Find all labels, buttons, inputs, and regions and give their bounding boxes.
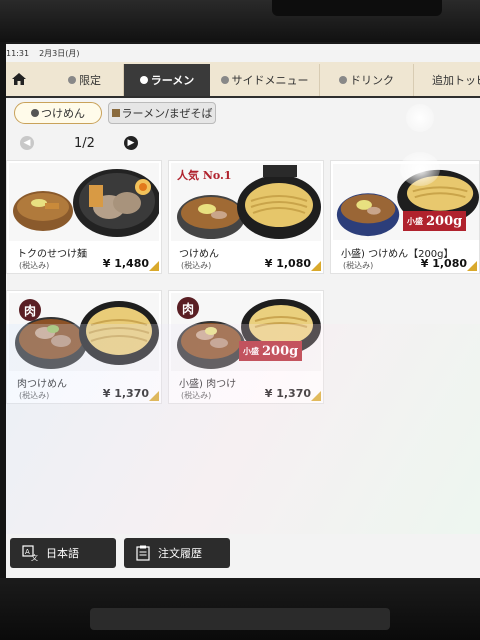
price-corner-marker bbox=[311, 261, 321, 271]
device-camera-housing bbox=[272, 0, 442, 16]
language-icon: A文 bbox=[22, 545, 38, 561]
status-date: 2月3日(月) bbox=[39, 49, 80, 58]
tax-note: (税込み) bbox=[181, 261, 212, 270]
tab-limited[interactable]: 限定 bbox=[46, 64, 124, 96]
svg-text:文: 文 bbox=[31, 553, 38, 561]
svg-text:A: A bbox=[25, 548, 30, 556]
next-page-button[interactable]: ▶ bbox=[124, 136, 138, 150]
menu-item-name: トクのせつけ麺 bbox=[17, 249, 87, 260]
tax-note: (税込み) bbox=[181, 391, 212, 400]
subtab-label: つけめん bbox=[41, 107, 85, 120]
price-corner-marker bbox=[467, 261, 477, 271]
tablet-screen: 11:312月3日(月) 限定 ラーメン サイドメニュー ドリンク 追加トッピ … bbox=[6, 44, 480, 578]
tax-note: (税込み) bbox=[19, 261, 50, 270]
size-badge: 小盛 200g bbox=[239, 341, 303, 361]
device-bezel-top bbox=[0, 0, 480, 42]
tab-drink[interactable]: ドリンク bbox=[320, 64, 414, 96]
menu-item-price: ¥ 1,370 bbox=[264, 387, 311, 400]
meat-badge: 肉 bbox=[177, 297, 199, 319]
price-corner-marker bbox=[311, 391, 321, 401]
tab-label: ドリンク bbox=[350, 74, 394, 87]
menu-item-tokunose-tsukemen[interactable]: トクのせつけ麺 (税込み) ¥ 1,480 bbox=[6, 160, 162, 274]
popular-badge: 人気 No.1 bbox=[177, 169, 232, 182]
next-page-icon: ▶ bbox=[127, 138, 135, 148]
menu-item-price: ¥ 1,080 bbox=[264, 257, 311, 270]
tab-label: 限定 bbox=[79, 74, 101, 87]
menu-item-tsukemen[interactable]: 人気 No.1 つけめん (税込み) ¥ 1,080 bbox=[168, 160, 324, 274]
menu-item-name: 小盛) 肉つけ bbox=[179, 379, 237, 390]
light-glare bbox=[406, 104, 434, 132]
size-badge-grams: 200g bbox=[262, 343, 299, 359]
subtab-tsukemen[interactable]: つけめん bbox=[14, 102, 102, 124]
menu-item-name: つけめん bbox=[179, 249, 219, 260]
page-indicator: 1/2 bbox=[74, 136, 95, 151]
pager: ◀ 1/2 ▶ bbox=[16, 134, 146, 154]
tab-label: 追加トッピ bbox=[432, 74, 480, 87]
menu-item-price: ¥ 1,080 bbox=[420, 257, 467, 270]
language-label: 日本語 bbox=[46, 547, 79, 560]
tax-note: (税込み) bbox=[19, 391, 50, 400]
menu-item-small-niku-tsukemen[interactable]: 肉 小盛 200g 小盛) 肉つけ (税込み) ¥ 1,370 bbox=[168, 290, 324, 404]
status-bar: 11:31 2月3日(月) bbox=[6, 44, 480, 60]
tab-ramen[interactable]: ラーメン bbox=[124, 64, 210, 96]
prev-page-icon: ◀ bbox=[23, 138, 31, 148]
menu-item-photo bbox=[9, 163, 159, 241]
menu-item-niku-tsukemen[interactable]: 肉 肉つけめん (税込み) ¥ 1,370 bbox=[6, 290, 162, 404]
menu-item-name: 肉つけめん bbox=[17, 379, 67, 390]
tab-label: ラーメン bbox=[150, 74, 195, 87]
category-tabs: 限定 ラーメン サイドメニュー ドリンク 追加トッピ bbox=[6, 62, 480, 98]
tab-extra-toppings[interactable]: 追加トッピ bbox=[414, 64, 480, 96]
price-corner-marker bbox=[149, 261, 159, 271]
menu-item-price: ¥ 1,370 bbox=[102, 387, 149, 400]
order-history-button[interactable]: 注文履歴 bbox=[124, 538, 230, 568]
size-badge-label: 小盛 bbox=[407, 216, 423, 226]
price-corner-marker bbox=[149, 391, 159, 401]
language-button[interactable]: A文 日本語 bbox=[10, 538, 116, 568]
size-badge-grams: 200g bbox=[426, 213, 463, 229]
tab-label: サイドメニュー bbox=[231, 74, 309, 87]
tab-side-menu[interactable]: サイドメニュー bbox=[210, 64, 320, 96]
home-icon bbox=[12, 73, 26, 85]
device-bezel-bottom bbox=[0, 578, 480, 640]
light-glare bbox=[400, 152, 440, 186]
order-history-label: 注文履歴 bbox=[158, 547, 202, 560]
device-stand bbox=[90, 608, 390, 630]
meat-badge: 肉 bbox=[19, 299, 41, 321]
menu-item-price: ¥ 1,480 bbox=[102, 257, 149, 270]
subtab-label: ラーメン/まぜそば bbox=[121, 107, 213, 120]
prev-page-button[interactable]: ◀ bbox=[20, 136, 34, 150]
subtab-ramen-mazesoba[interactable]: ラーメン/まぜそば bbox=[108, 102, 216, 124]
size-badge-label: 小盛 bbox=[243, 346, 259, 356]
order-history-icon bbox=[136, 545, 150, 561]
home-button[interactable] bbox=[6, 62, 32, 96]
tax-note: (税込み) bbox=[343, 261, 374, 270]
size-badge: 小盛 200g bbox=[403, 211, 467, 231]
status-time: 11:31 bbox=[6, 49, 30, 58]
